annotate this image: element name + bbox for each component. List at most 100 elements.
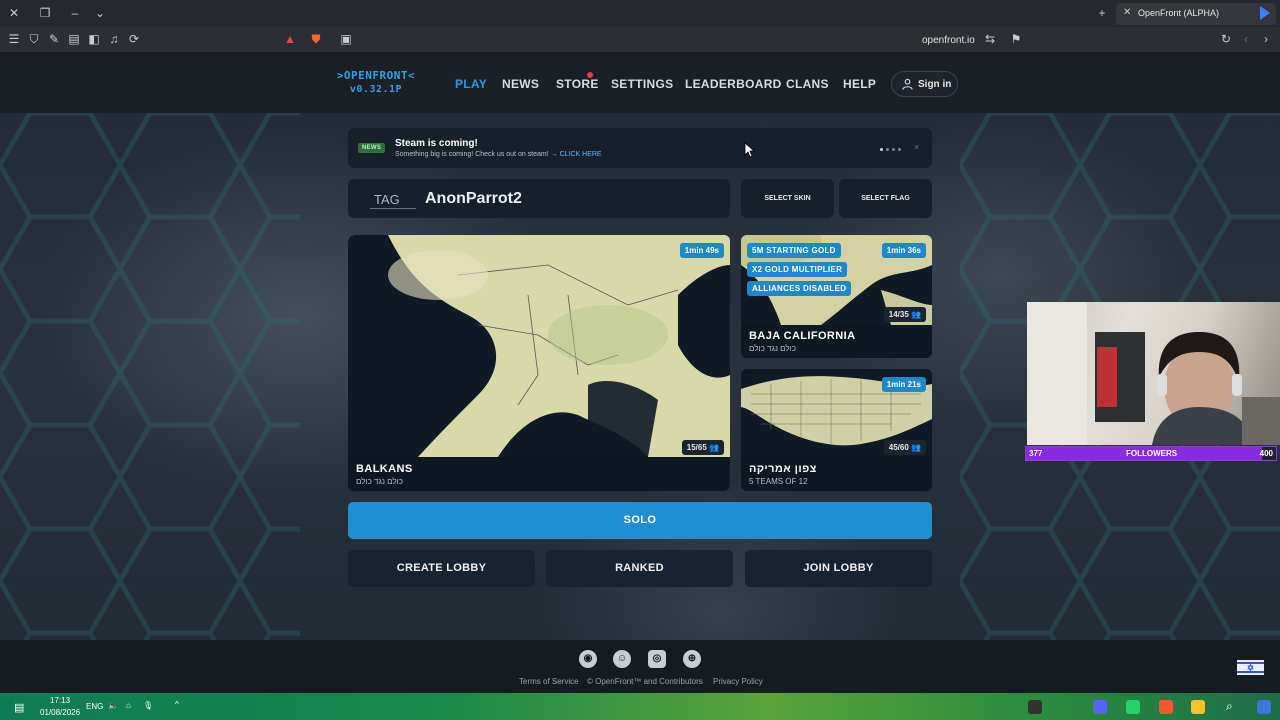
lobby-player-count: 14/35 👥 bbox=[883, 307, 926, 322]
bookmark-icon[interactable]: ⚑ bbox=[1008, 32, 1024, 48]
nav-help[interactable]: HELP bbox=[843, 77, 876, 91]
lobby-card-baja-california[interactable]: 5M STARTING GOLD X2 GOLD MULTIPLIER ALLI… bbox=[741, 235, 932, 358]
reddit-icon[interactable]: ☺ bbox=[613, 650, 631, 668]
user-icon bbox=[902, 78, 913, 90]
carousel-dot[interactable] bbox=[892, 148, 895, 151]
carousel-dot[interactable] bbox=[886, 148, 889, 151]
player-count-text: 45/60 bbox=[888, 443, 909, 452]
wallet-icon[interactable]: ▤ bbox=[66, 32, 82, 48]
news-title: Steam is coming! bbox=[395, 138, 478, 149]
solo-button[interactable]: SOLO bbox=[348, 502, 932, 539]
clock-date[interactable]: 01/08/2026 bbox=[40, 708, 80, 717]
followers-goal: 400 bbox=[1259, 449, 1273, 458]
microphone-icon[interactable]: 🎙 bbox=[143, 701, 153, 710]
mouse-cursor-icon bbox=[744, 142, 754, 158]
browser-tab-bar: ✕ ❐ – ⌄ + ✕ OpenFront (ALPHA) bbox=[0, 0, 1280, 27]
lobby-timer: 1min 36s bbox=[881, 243, 926, 258]
volume-icon[interactable]: 🔈 bbox=[108, 701, 118, 710]
news-link[interactable]: CLICK HERE bbox=[560, 151, 602, 158]
nav-clans[interactable]: CLANS bbox=[786, 77, 829, 91]
logo-text: >OPENFRONT< bbox=[336, 69, 416, 82]
share-icon[interactable]: ⇆ bbox=[982, 32, 998, 48]
extension-icon[interactable]: ✎ bbox=[46, 32, 62, 48]
player-count-text: 15/65 bbox=[686, 443, 707, 452]
streamer-webcam-image bbox=[1027, 302, 1280, 445]
search-icon[interactable]: ⌕ bbox=[1226, 699, 1233, 714]
sidebar-icon[interactable]: ◧ bbox=[86, 32, 102, 48]
nav-settings[interactable]: SETTINGS bbox=[611, 77, 673, 91]
discord-icon[interactable]: ◎ bbox=[648, 650, 666, 668]
puzzle-icon[interactable]: ⟳ bbox=[126, 32, 142, 48]
followers-current: 377 bbox=[1029, 449, 1043, 458]
webcam-overlay bbox=[1027, 302, 1280, 445]
privacy-link[interactable]: Privacy Policy bbox=[713, 677, 763, 686]
page-info-icon[interactable]: ▣ bbox=[338, 32, 354, 48]
globe-icon[interactable]: ⊕ bbox=[683, 650, 701, 668]
lobby-game-mode: כולם נגד כולם bbox=[749, 344, 796, 353]
discord-taskbar-icon[interactable] bbox=[1093, 700, 1107, 714]
brave-taskbar-icon[interactable] bbox=[1159, 700, 1173, 714]
lobby-map-name: BAJA CALIFORNIA bbox=[749, 330, 856, 342]
lobby-card-north-america[interactable]: 1min 21s 45/60 👥 צפון אמריקה 5 TEAMS OF … bbox=[741, 369, 932, 491]
github-icon[interactable]: ◉ bbox=[579, 650, 597, 668]
carousel-dot-active[interactable] bbox=[880, 148, 883, 151]
brave-rewards-icon[interactable]: ▲ bbox=[282, 32, 298, 48]
version-text: v0.32.1P bbox=[349, 84, 403, 95]
tray-expand-icon[interactable]: ^ bbox=[175, 700, 179, 709]
modifier-badge: X2 GOLD MULTIPLIER bbox=[747, 262, 848, 277]
sign-in-button[interactable]: Sign in bbox=[891, 71, 958, 97]
music-icon[interactable]: ♫ bbox=[106, 32, 122, 48]
username-input[interactable]: AnonParrot2 bbox=[425, 190, 522, 208]
copyright-text: © OpenFront™ and Contributors bbox=[587, 677, 703, 686]
url-text[interactable]: openfront.io bbox=[922, 35, 975, 46]
select-flag-button[interactable]: SELECT FLAG bbox=[839, 179, 932, 218]
reload-icon[interactable]: ↻ bbox=[1218, 32, 1234, 48]
address-bar[interactable]: ▲ ⛊ ▣ bbox=[278, 30, 1032, 50]
brave-shields-icon[interactable]: ⛊ bbox=[308, 32, 324, 48]
join-lobby-button[interactable]: JOIN LOBBY bbox=[745, 550, 932, 587]
news-close-button[interactable]: × bbox=[914, 142, 919, 152]
openfront-logo[interactable]: >OPENFRONT< v0.32.1P bbox=[326, 69, 426, 97]
file-explorer-icon[interactable] bbox=[1191, 700, 1205, 714]
balkans-map-image bbox=[348, 235, 730, 457]
nav-store[interactable]: STORE bbox=[556, 77, 599, 91]
back-icon[interactable]: ‹ bbox=[1238, 32, 1254, 48]
sign-in-label: Sign in bbox=[918, 79, 952, 90]
players-icon: 👥 bbox=[911, 310, 921, 319]
select-skin-button[interactable]: SELECT SKIN bbox=[741, 179, 834, 218]
lobby-map-name: צפון אמריקה bbox=[749, 463, 817, 475]
menu-icon[interactable]: ☰ bbox=[6, 32, 22, 48]
close-window-icon[interactable]: ✕ bbox=[6, 6, 22, 22]
tag-underline bbox=[370, 208, 416, 209]
clan-tag-input[interactable]: TAG bbox=[374, 192, 400, 207]
new-tab-icon[interactable]: + bbox=[1094, 6, 1110, 22]
news-badge: NEWS bbox=[358, 143, 386, 153]
news-body-text: Something big is coming! Check us out on… bbox=[395, 151, 558, 158]
language-flag-icon[interactable] bbox=[1237, 660, 1264, 675]
browser-tab-active[interactable]: ✕ OpenFront (ALPHA) bbox=[1116, 3, 1276, 25]
network-icon[interactable]: ⌂ bbox=[126, 701, 131, 710]
nav-leaderboard[interactable]: LEADERBOARD bbox=[685, 77, 782, 91]
carousel-dot[interactable] bbox=[898, 148, 901, 151]
lobby-card-balkans[interactable]: 1min 49s 15/65 👥 BALKANS כולם נגד כולם bbox=[348, 235, 730, 491]
forward-icon[interactable]: › bbox=[1258, 32, 1274, 48]
player-count-text: 14/35 bbox=[888, 310, 909, 319]
minimize-window-icon[interactable]: – bbox=[67, 6, 83, 22]
language-indicator[interactable]: ENG bbox=[86, 702, 103, 711]
terms-link[interactable]: Terms of Service bbox=[519, 677, 579, 686]
obs-icon[interactable] bbox=[1028, 700, 1042, 714]
restore-window-icon[interactable]: ❐ bbox=[37, 6, 53, 22]
clock-time[interactable]: 17:13 bbox=[50, 696, 70, 705]
nav-play[interactable]: PLAY bbox=[455, 77, 487, 91]
lobby-map-name: BALKANS bbox=[356, 463, 413, 475]
whatsapp-icon[interactable] bbox=[1126, 700, 1140, 714]
close-tab-icon[interactable]: ✕ bbox=[1123, 7, 1131, 18]
tab-list-chevron-icon[interactable]: ⌄ bbox=[92, 6, 108, 22]
notification-icon[interactable]: ▤ bbox=[14, 701, 24, 714]
shield-icon[interactable]: ⛉ bbox=[26, 32, 42, 48]
ranked-button[interactable]: RANKED bbox=[546, 550, 733, 587]
news-banner[interactable]: NEWS Steam is coming! Something big is c… bbox=[348, 128, 932, 168]
nav-news[interactable]: NEWS bbox=[502, 77, 539, 91]
create-lobby-button[interactable]: CREATE LOBBY bbox=[348, 550, 535, 587]
start-icon[interactable] bbox=[1257, 700, 1271, 714]
